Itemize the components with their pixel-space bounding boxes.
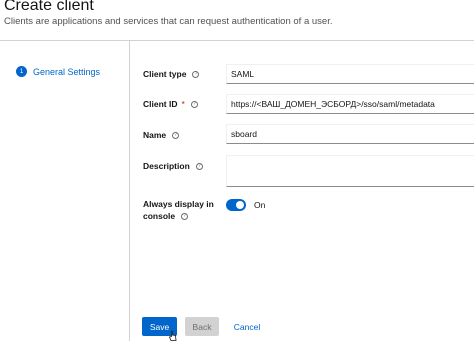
page-title: Create client <box>4 0 94 14</box>
cancel-button[interactable]: Cancel <box>227 317 267 336</box>
create-client-form: Client type ? SAML Client ID * ? https:/… <box>130 41 474 341</box>
hand-pointer-icon <box>169 331 177 341</box>
step-label: General Settings <box>33 66 101 77</box>
always-display-label: Always display in <box>143 199 214 209</box>
page-subtitle: Clients are applications and services th… <box>4 16 333 27</box>
client-id-label: Client ID * ? <box>143 99 198 109</box>
step-number-badge: 1 <box>16 66 27 77</box>
help-icon[interactable]: ? <box>190 100 198 108</box>
toggle-state-label: On <box>254 200 266 210</box>
description-label: Description ? <box>143 161 203 171</box>
client-type-label: Client type ? <box>143 69 200 79</box>
client-id-input[interactable]: https://<ВАШ_ДОМЕН_ЭСБОРД>/sso/saml/meta… <box>226 94 474 114</box>
name-label: Name ? <box>143 130 180 140</box>
always-display-label-line2: console ? <box>143 211 189 221</box>
client-type-field[interactable]: SAML <box>226 64 474 84</box>
help-icon[interactable]: ? <box>172 131 180 139</box>
description-textarea[interactable] <box>226 155 474 187</box>
back-button[interactable]: Back <box>185 317 219 336</box>
page-header: Create client Clients are applications a… <box>0 0 474 40</box>
help-icon[interactable]: ? <box>181 212 189 220</box>
wizard-nav: 1 General Settings <box>0 41 130 341</box>
required-marker: * <box>181 99 185 109</box>
help-icon[interactable]: ? <box>192 70 200 78</box>
help-icon[interactable]: ? <box>195 162 203 170</box>
toggle-knob <box>236 201 244 209</box>
always-display-toggle[interactable] <box>226 199 246 211</box>
name-input[interactable]: sboard <box>226 124 474 144</box>
wizard-step-general-settings[interactable]: 1 General Settings <box>16 66 100 77</box>
